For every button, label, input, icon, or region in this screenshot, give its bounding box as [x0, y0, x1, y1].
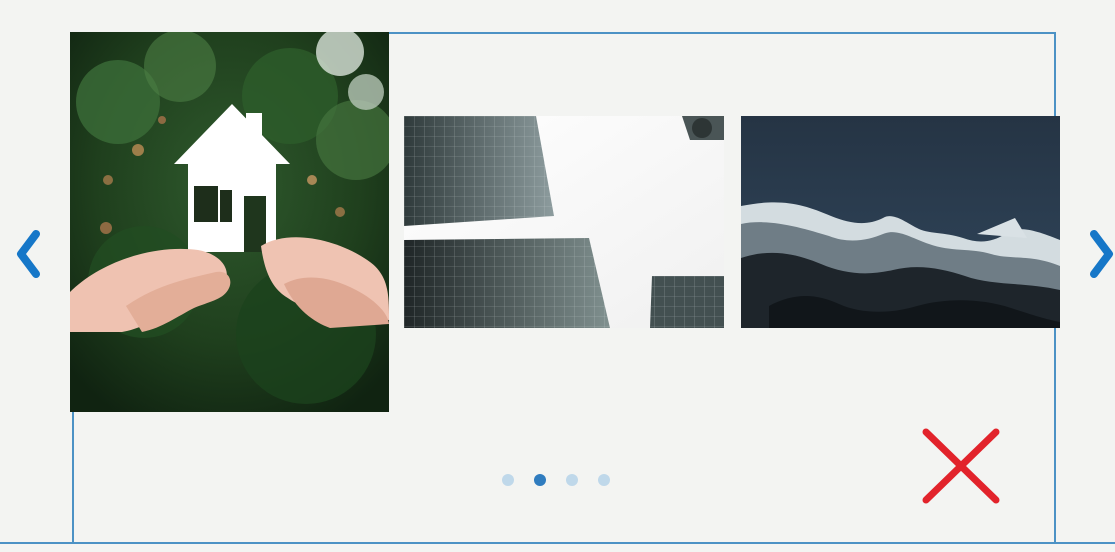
- carousel-slide-3[interactable]: [741, 116, 1060, 328]
- close-x-icon: [922, 428, 1000, 504]
- close-button[interactable]: [918, 424, 1006, 508]
- previous-slide-button[interactable]: [8, 228, 48, 280]
- carousel-stage: [0, 0, 1115, 552]
- carousel-dot-4[interactable]: [598, 474, 610, 486]
- carousel-pagination: [502, 472, 610, 488]
- next-slide-button[interactable]: [1082, 228, 1115, 280]
- carousel-dot-1[interactable]: [502, 474, 514, 486]
- carousel-dot-2[interactable]: [534, 474, 546, 486]
- chevron-left-icon: [17, 230, 40, 278]
- house-hands-image: [70, 32, 389, 412]
- carousel-slide-2[interactable]: [404, 116, 724, 328]
- bottom-divider: [0, 542, 1115, 544]
- carousel-dot-3[interactable]: [566, 474, 578, 486]
- chevron-right-icon: [1090, 230, 1113, 278]
- carousel-slide-1[interactable]: [70, 32, 389, 412]
- mountains-image: [741, 116, 1060, 328]
- skyscrapers-image: [404, 116, 724, 328]
